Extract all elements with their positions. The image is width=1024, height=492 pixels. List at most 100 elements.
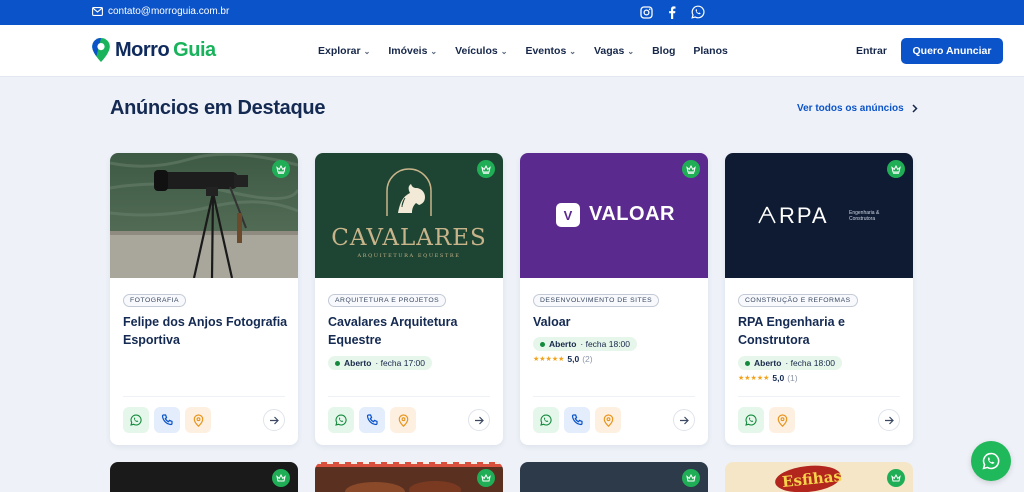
menu-explorar[interactable]: Explorar ⌄ — [318, 45, 370, 57]
brand-logo-text: CAVALARES — [331, 225, 487, 251]
phone-button[interactable] — [359, 407, 385, 433]
whatsapp-icon — [540, 414, 552, 426]
view-listing-button[interactable] — [878, 409, 900, 431]
menu-eventos[interactable]: Eventos ⌄ — [525, 45, 576, 57]
map-button[interactable] — [390, 407, 416, 433]
status-text: Aberto — [549, 339, 577, 349]
chevron-down-icon: ⌄ — [430, 46, 438, 56]
view-listing-button[interactable] — [468, 409, 490, 431]
contact-actions — [123, 407, 211, 433]
brand-logo-subtitle-line: Construtora — [849, 216, 876, 222]
map-button[interactable] — [185, 407, 211, 433]
view-listing-button[interactable] — [673, 409, 695, 431]
menu-label: Planos — [693, 45, 728, 57]
contact-actions — [533, 407, 621, 433]
map-pin-logo-icon — [92, 38, 110, 62]
listing-card-partial[interactable] — [520, 462, 708, 492]
crown-icon — [272, 160, 290, 178]
status-dot — [745, 360, 750, 366]
login-link[interactable]: Entrar — [856, 45, 887, 57]
menu-veiculos[interactable]: Veículos ⌄ — [455, 45, 507, 57]
listing-image: V VALOAR — [520, 153, 708, 278]
listing-name[interactable]: Valoar — [533, 313, 698, 331]
phone-icon — [571, 414, 583, 426]
star-icons: ★★★★★ — [738, 375, 770, 382]
map-button[interactable] — [769, 407, 795, 433]
rating: ★★★★★ 5,0 (2) — [533, 354, 593, 364]
closing-time: · fecha 18:00 — [580, 339, 631, 349]
site-logo[interactable]: Morro Guia — [91, 37, 216, 63]
closing-time: · fecha 18:00 — [785, 358, 836, 368]
menu-label: Imóveis — [388, 45, 428, 57]
listing-name[interactable]: Cavalares Arquitetura Equestre — [328, 313, 493, 349]
contact-actions — [738, 407, 795, 433]
brand-logo-text: VALOAR — [589, 203, 675, 225]
whatsapp-icon[interactable] — [691, 5, 705, 19]
whatsapp-button[interactable] — [328, 407, 354, 433]
menu-vagas[interactable]: Vagas ⌄ — [594, 45, 634, 57]
listing-image: RPA Engenharia & Construtora — [725, 153, 913, 278]
main-navbar: Morro Guia Explorar ⌄ Imóveis ⌄ Veículos ⌄ E… — [0, 25, 1024, 77]
crown-icon — [682, 160, 700, 178]
review-count: (1) — [787, 373, 798, 383]
advertise-button[interactable]: Quero Anunciar — [901, 38, 1003, 64]
whatsapp-icon — [335, 414, 347, 426]
category-badge[interactable]: ARQUITETURA E PROJETOS — [328, 294, 447, 307]
chevron-down-icon: ⌄ — [627, 46, 635, 56]
whatsapp-button[interactable] — [533, 407, 559, 433]
listing-card[interactable]: FOTOGRAFIA Felipe dos Anjos Fotografia E… — [110, 153, 298, 445]
category-badge[interactable]: FOTOGRAFIA — [123, 294, 187, 307]
listing-name[interactable]: Felipe dos Anjos Fotografia Esportiva — [123, 313, 288, 349]
category-badge[interactable]: DESENVOLVIMENTO DE SITES — [533, 294, 660, 307]
chevron-down-icon: ⌄ — [569, 46, 576, 56]
contact-email[interactable]: contato@morroguia.com.br — [92, 6, 229, 17]
open-status-badge: Aberto · fecha 18:00 — [533, 337, 638, 351]
brand-logo-subtitle: Engenharia & Construtora — [849, 210, 879, 222]
listing-card-partial[interactable]: Esfihas — [725, 462, 913, 492]
listing-card[interactable]: V VALOAR DESENVOLVIMENTO DE SITES Valoar… — [520, 153, 708, 445]
brand-logo-text: RPA — [779, 203, 829, 228]
arrow-right-icon — [270, 416, 279, 424]
listing-card[interactable]: CAVALARES ARQUITETURA EQUESTRE ARQUITETU… — [315, 153, 503, 445]
see-all-label: Ver todos os anúncios — [797, 103, 904, 114]
review-count: (2) — [582, 354, 593, 364]
menu-imoveis[interactable]: Imóveis ⌄ — [388, 45, 437, 57]
chevron-down-icon: ⌄ — [500, 46, 508, 56]
status-text: Aberto — [754, 358, 782, 368]
arrow-right-icon — [475, 416, 484, 424]
listing-card[interactable]: RPA Engenharia & Construtora CONSTRUÇÃO E… — [725, 153, 913, 445]
contact-email-text: contato@morroguia.com.br — [108, 6, 230, 17]
facebook-icon[interactable] — [665, 5, 679, 19]
status-text: Aberto — [344, 358, 372, 368]
phone-icon — [161, 414, 173, 426]
brand-logo-badge: V — [556, 203, 580, 227]
listing-card-partial[interactable] — [315, 462, 503, 492]
instagram-icon[interactable] — [639, 5, 653, 19]
main-menu: Explorar ⌄ Imóveis ⌄ Veículos ⌄ Eventos ⌄ Va… — [318, 45, 728, 57]
menu-label: Eventos — [525, 45, 567, 57]
arrow-right-icon — [885, 416, 894, 424]
see-all-link[interactable]: Ver todos os anúncios — [797, 103, 918, 114]
listing-name[interactable]: RPA Engenharia e Construtora — [738, 313, 903, 349]
map-button[interactable] — [595, 407, 621, 433]
crown-icon — [477, 160, 495, 178]
phone-button[interactable] — [154, 407, 180, 433]
view-listing-button[interactable] — [263, 409, 285, 431]
rating-value: 5,0 — [772, 373, 785, 383]
rating: ★★★★★ 5,0 (1) — [738, 373, 798, 383]
status-dot — [335, 360, 340, 366]
listing-image: CAVALARES ARQUITETURA EQUESTRE — [315, 153, 503, 278]
phone-button[interactable] — [564, 407, 590, 433]
listing-card-partial[interactable] — [110, 462, 298, 492]
crown-icon — [887, 469, 905, 487]
divider — [533, 396, 695, 397]
section-title: Anúncios em Destaque — [110, 97, 326, 119]
menu-planos[interactable]: Planos — [693, 45, 727, 57]
category-badge[interactable]: CONSTRUÇÃO E REFORMAS — [738, 294, 858, 307]
menu-blog[interactable]: Blog — [652, 45, 675, 57]
divider — [738, 396, 900, 397]
whatsapp-button[interactable] — [123, 407, 149, 433]
whatsapp-button[interactable] — [738, 407, 764, 433]
crown-icon — [272, 469, 290, 487]
whatsapp-floating-button[interactable] — [971, 441, 1011, 481]
